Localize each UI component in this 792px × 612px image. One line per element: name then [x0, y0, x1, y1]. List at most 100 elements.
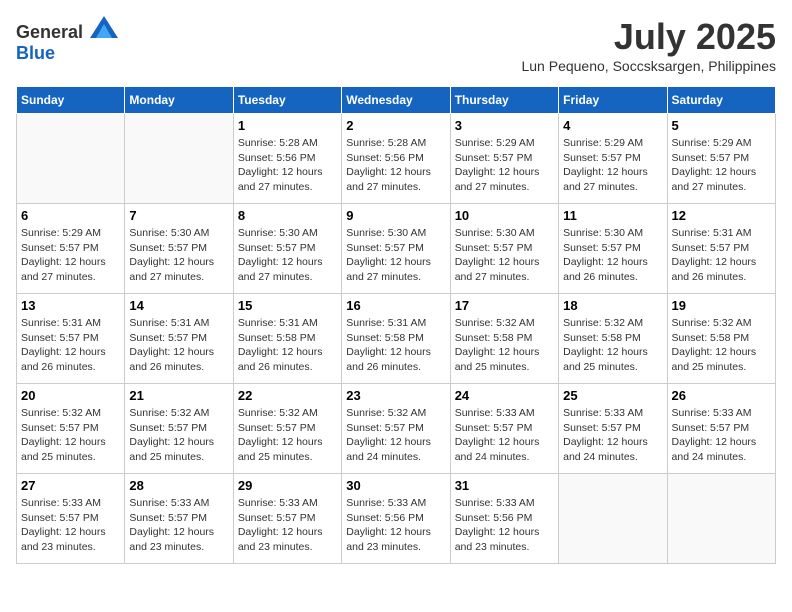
- day-number: 15: [238, 298, 337, 313]
- day-detail: Sunrise: 5:29 AM Sunset: 5:57 PM Dayligh…: [563, 136, 662, 195]
- calendar-day-cell: [17, 114, 125, 204]
- calendar-day-cell: 20 Sunrise: 5:32 AM Sunset: 5:57 PM Dayli…: [17, 384, 125, 474]
- calendar-day-cell: 6 Sunrise: 5:29 AM Sunset: 5:57 PM Daylig…: [17, 204, 125, 294]
- day-number: 4: [563, 118, 662, 133]
- day-number: 23: [346, 388, 445, 403]
- weekday-header-cell: Saturday: [667, 87, 775, 114]
- calendar-day-cell: 31 Sunrise: 5:33 AM Sunset: 5:56 PM Dayli…: [450, 474, 558, 564]
- day-detail: Sunrise: 5:29 AM Sunset: 5:57 PM Dayligh…: [21, 226, 120, 285]
- day-number: 17: [455, 298, 554, 313]
- day-number: 10: [455, 208, 554, 223]
- day-number: 24: [455, 388, 554, 403]
- month-title: July 2025: [521, 16, 776, 58]
- calendar-week-row: 6 Sunrise: 5:29 AM Sunset: 5:57 PM Daylig…: [17, 204, 776, 294]
- calendar-day-cell: 15 Sunrise: 5:31 AM Sunset: 5:58 PM Dayli…: [233, 294, 341, 384]
- logo: General Blue: [16, 16, 118, 64]
- day-number: 8: [238, 208, 337, 223]
- day-number: 9: [346, 208, 445, 223]
- logo-general: General: [16, 22, 83, 42]
- weekday-header-cell: Wednesday: [342, 87, 450, 114]
- calendar-week-row: 27 Sunrise: 5:33 AM Sunset: 5:57 PM Dayli…: [17, 474, 776, 564]
- calendar-day-cell: 30Sunrise: 5:33 AM Sunset: 5:56 PM Dayli…: [342, 474, 450, 564]
- day-detail: Sunrise: 5:30 AM Sunset: 5:57 PM Dayligh…: [563, 226, 662, 285]
- day-detail: Sunrise: 5:31 AM Sunset: 5:58 PM Dayligh…: [238, 316, 337, 375]
- day-detail: Sunrise: 5:32 AM Sunset: 5:57 PM Dayligh…: [21, 406, 120, 465]
- calendar: SundayMondayTuesdayWednesdayThursdayFrid…: [16, 86, 776, 564]
- calendar-body: 1Sunrise: 5:28 AM Sunset: 5:56 PM Daylig…: [17, 114, 776, 564]
- day-detail: Sunrise: 5:30 AM Sunset: 5:57 PM Dayligh…: [346, 226, 445, 285]
- calendar-day-cell: 29 Sunrise: 5:33 AM Sunset: 5:57 PM Dayli…: [233, 474, 341, 564]
- logo-icon: [90, 16, 118, 38]
- location-title: Lun Pequeno, Soccsksargen, Philippines: [521, 58, 776, 74]
- day-detail: Sunrise: 5:31 AM Sunset: 5:57 PM Dayligh…: [129, 316, 228, 375]
- day-number: 28: [129, 478, 228, 493]
- day-detail: Sunrise: 5:32 AM Sunset: 5:57 PM Dayligh…: [129, 406, 228, 465]
- calendar-day-cell: 16 Sunrise: 5:31 AM Sunset: 5:58 PM Dayli…: [342, 294, 450, 384]
- calendar-day-cell: 4 Sunrise: 5:29 AM Sunset: 5:57 PM Daylig…: [559, 114, 667, 204]
- day-number: 16: [346, 298, 445, 313]
- weekday-header-cell: Sunday: [17, 87, 125, 114]
- header: General Blue July 2025 Lun Pequeno, Socc…: [16, 16, 776, 74]
- logo-text: General Blue: [16, 16, 118, 64]
- calendar-day-cell: 14Sunrise: 5:31 AM Sunset: 5:57 PM Dayli…: [125, 294, 233, 384]
- day-number: 11: [563, 208, 662, 223]
- calendar-day-cell: 28Sunrise: 5:33 AM Sunset: 5:57 PM Dayli…: [125, 474, 233, 564]
- day-number: 6: [21, 208, 120, 223]
- calendar-day-cell: 12 Sunrise: 5:31 AM Sunset: 5:57 PM Dayli…: [667, 204, 775, 294]
- day-number: 3: [455, 118, 554, 133]
- day-detail: Sunrise: 5:29 AM Sunset: 5:57 PM Dayligh…: [672, 136, 771, 195]
- day-detail: Sunrise: 5:33 AM Sunset: 5:57 PM Dayligh…: [672, 406, 771, 465]
- day-number: 27: [21, 478, 120, 493]
- day-number: 21: [129, 388, 228, 403]
- calendar-day-cell: [559, 474, 667, 564]
- day-number: 25: [563, 388, 662, 403]
- day-detail: Sunrise: 5:32 AM Sunset: 5:58 PM Dayligh…: [563, 316, 662, 375]
- day-detail: Sunrise: 5:31 AM Sunset: 5:58 PM Dayligh…: [346, 316, 445, 375]
- calendar-day-cell: 10Sunrise: 5:30 AM Sunset: 5:57 PM Dayli…: [450, 204, 558, 294]
- weekday-header-cell: Friday: [559, 87, 667, 114]
- title-area: July 2025 Lun Pequeno, Soccsksargen, Phi…: [521, 16, 776, 74]
- day-number: 31: [455, 478, 554, 493]
- day-detail: Sunrise: 5:32 AM Sunset: 5:57 PM Dayligh…: [346, 406, 445, 465]
- day-number: 29: [238, 478, 337, 493]
- day-detail: Sunrise: 5:33 AM Sunset: 5:57 PM Dayligh…: [238, 496, 337, 555]
- day-number: 12: [672, 208, 771, 223]
- day-detail: Sunrise: 5:32 AM Sunset: 5:58 PM Dayligh…: [672, 316, 771, 375]
- calendar-week-row: 1Sunrise: 5:28 AM Sunset: 5:56 PM Daylig…: [17, 114, 776, 204]
- day-number: 2: [346, 118, 445, 133]
- day-number: 30: [346, 478, 445, 493]
- day-number: 7: [129, 208, 228, 223]
- weekday-header-cell: Tuesday: [233, 87, 341, 114]
- logo-blue: Blue: [16, 43, 55, 63]
- day-number: 5: [672, 118, 771, 133]
- day-detail: Sunrise: 5:30 AM Sunset: 5:57 PM Dayligh…: [238, 226, 337, 285]
- day-detail: Sunrise: 5:31 AM Sunset: 5:57 PM Dayligh…: [672, 226, 771, 285]
- day-number: 19: [672, 298, 771, 313]
- calendar-day-cell: 17 Sunrise: 5:32 AM Sunset: 5:58 PM Dayli…: [450, 294, 558, 384]
- calendar-week-row: 13 Sunrise: 5:31 AM Sunset: 5:57 PM Dayli…: [17, 294, 776, 384]
- day-detail: Sunrise: 5:32 AM Sunset: 5:58 PM Dayligh…: [455, 316, 554, 375]
- calendar-day-cell: 21 Sunrise: 5:32 AM Sunset: 5:57 PM Dayli…: [125, 384, 233, 474]
- day-number: 26: [672, 388, 771, 403]
- day-number: 20: [21, 388, 120, 403]
- day-detail: Sunrise: 5:32 AM Sunset: 5:57 PM Dayligh…: [238, 406, 337, 465]
- day-detail: Sunrise: 5:33 AM Sunset: 5:56 PM Dayligh…: [455, 496, 554, 555]
- day-number: 18: [563, 298, 662, 313]
- weekday-header-row: SundayMondayTuesdayWednesdayThursdayFrid…: [17, 87, 776, 114]
- weekday-header-cell: Monday: [125, 87, 233, 114]
- calendar-day-cell: 9 Sunrise: 5:30 AM Sunset: 5:57 PM Daylig…: [342, 204, 450, 294]
- day-detail: Sunrise: 5:28 AM Sunset: 5:56 PM Dayligh…: [346, 136, 445, 195]
- calendar-day-cell: 24 Sunrise: 5:33 AM Sunset: 5:57 PM Dayli…: [450, 384, 558, 474]
- calendar-day-cell: 19 Sunrise: 5:32 AM Sunset: 5:58 PM Dayli…: [667, 294, 775, 384]
- calendar-day-cell: [667, 474, 775, 564]
- calendar-day-cell: 1Sunrise: 5:28 AM Sunset: 5:56 PM Daylig…: [233, 114, 341, 204]
- day-detail: Sunrise: 5:28 AM Sunset: 5:56 PM Dayligh…: [238, 136, 337, 195]
- day-detail: Sunrise: 5:30 AM Sunset: 5:57 PM Dayligh…: [129, 226, 228, 285]
- calendar-day-cell: 22Sunrise: 5:32 AM Sunset: 5:57 PM Dayli…: [233, 384, 341, 474]
- calendar-day-cell: 23 Sunrise: 5:32 AM Sunset: 5:57 PM Dayli…: [342, 384, 450, 474]
- calendar-day-cell: 3 Sunrise: 5:29 AM Sunset: 5:57 PM Daylig…: [450, 114, 558, 204]
- calendar-day-cell: 11 Sunrise: 5:30 AM Sunset: 5:57 PM Dayli…: [559, 204, 667, 294]
- day-detail: Sunrise: 5:29 AM Sunset: 5:57 PM Dayligh…: [455, 136, 554, 195]
- day-number: 13: [21, 298, 120, 313]
- day-detail: Sunrise: 5:33 AM Sunset: 5:57 PM Dayligh…: [455, 406, 554, 465]
